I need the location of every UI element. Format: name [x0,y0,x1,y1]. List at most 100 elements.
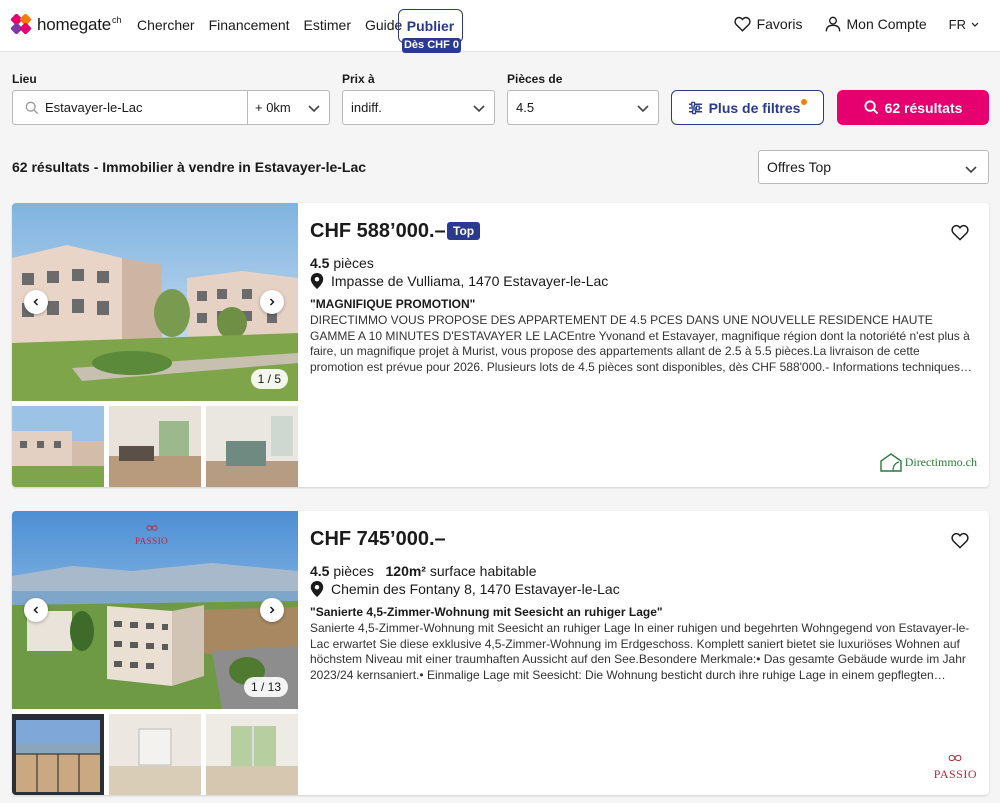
price-select[interactable]: indiff. [342,90,495,125]
listing-main-image[interactable]: PASSIO 1 / 13 [12,511,298,709]
chevron-right-icon [269,298,275,306]
carousel-prev-button[interactable] [24,290,48,314]
logo-mark-icon [10,13,32,35]
top-header: homegate ch Chercher Financement Estimer… [0,0,1000,53]
account-label: Mon Compte [846,16,927,32]
location-field: Estavayer-le-Lac + 0km [12,90,330,125]
listing-card[interactable]: PASSIO 1 / 13 CHF 745’000.– 4.5 pièces 1… [12,511,989,795]
price-label: Prix à [342,72,375,86]
rooms-label: Pièces de [507,72,563,86]
thumbnail-image[interactable] [109,406,201,487]
agency-name: Directimmo.ch [904,454,977,469]
more-filters-button[interactable]: Plus de filtres [671,90,824,125]
price-value: indiff. [351,100,382,115]
listing-price: CHF 745’000.– [310,528,446,550]
language-selector[interactable]: FR [949,17,980,32]
sliders-icon [688,101,702,114]
image-counter: 1 / 13 [243,677,288,697]
favorites-label: Favoris [756,16,803,32]
address-text: Impasse de Vulliama, 1470 Estavayer-le-L… [331,273,609,289]
filter-notification-dot [801,98,808,105]
heart-icon [733,16,751,32]
rooms-suffix: pièces [333,563,374,579]
top-badge: Top [447,222,481,240]
listing-price: CHF 588’000.– [310,220,446,242]
listing-main-image[interactable]: 1 / 5 [12,203,298,401]
thumbnail-image[interactable] [206,714,298,795]
rooms-count: 4.5 [310,255,330,271]
listing-specs: 4.5 pièces 120m² surface habitable [310,563,537,579]
agency-name: PASSIO [933,767,977,781]
thumbnail-image[interactable] [12,714,104,795]
header-right: Favoris Mon Compte FR [733,16,1000,32]
infinity-logo-icon [146,525,158,531]
listing-description: DIRECTIMMO VOUS PROPOSE DES APPARTEMENT … [310,313,970,374]
chevron-left-icon [33,298,39,306]
agency-logo-directimmo[interactable]: Directimmo.ch [879,452,977,472]
listing-headline: "MAGNIFIQUE PROMOTION" [310,297,476,311]
favorite-button[interactable] [951,532,969,554]
account-link[interactable]: Mon Compte [825,16,927,32]
passio-watermark: PASSIO [135,518,168,546]
publish-button[interactable]: Publier Dès CHF 0 [398,9,463,53]
thumbnail-living-room-image [206,714,298,795]
more-filters-label: Plus de filtres [708,99,801,116]
results-title: 62 résultats - Immobilier à vendre in Es… [12,159,367,175]
publish-label: Publier [406,18,455,34]
homegate-logo[interactable]: homegate ch [10,13,122,35]
nav-estimer[interactable]: Estimer [304,17,351,33]
radius-select[interactable]: + 0km [255,100,291,115]
surface-value: 120m² [385,563,426,579]
chevron-down-icon [965,166,977,174]
carousel-next-button[interactable] [260,598,284,622]
location-pin-icon [310,273,324,289]
favorite-button[interactable] [951,224,969,246]
address-text: Chemin des Fontany 8, 1470 Estavayer-le-… [331,581,620,597]
carousel-next-button[interactable] [260,290,284,314]
thumbnail-interior-image [109,406,201,487]
chevron-down-icon [637,105,649,113]
agency-logo-passio[interactable]: PASSIO [934,749,977,782]
field-divider [247,91,248,124]
infinity-logo-icon [949,754,962,762]
thumbnail-exterior-image [12,406,104,487]
listing-card[interactable]: 1 / 5 CHF 588’000.– Top 4.5 pièces Impas… [12,203,989,487]
thumbnail-interior-image [109,714,201,795]
listing-address: Impasse de Vulliama, 1470 Estavayer-le-L… [310,273,608,289]
image-counter: 1 / 5 [250,369,288,389]
thumbnail-kitchen-image [206,406,298,487]
language-label: FR [948,16,966,32]
sort-value: Offres Top [767,159,832,175]
thumbnail-image[interactable] [109,714,201,795]
surface-suffix: surface habitable [429,563,537,579]
nav-financement[interactable]: Financement [209,17,290,33]
chevron-down-icon [971,22,979,27]
rooms-select[interactable]: 4.5 [507,90,659,125]
listing-headline: "Sanierte 4,5-Zimmer-Wohnung mit Seesich… [310,605,663,619]
show-results-button[interactable]: 62 résultats [837,90,989,125]
thumbnail-image[interactable] [206,406,298,487]
nav-guide[interactable]: Guide [365,17,402,33]
passio-watermark-text: PASSIO [135,536,169,546]
favorites-link[interactable]: Favoris [733,16,803,32]
heart-icon [951,224,969,241]
search-icon [864,100,878,115]
chevron-left-icon [33,606,39,614]
listing-specs: 4.5 pièces [310,255,374,271]
nav-chercher[interactable]: Chercher [137,17,195,33]
carousel-prev-button[interactable] [24,598,48,622]
listing-address: Chemin des Fontany 8, 1470 Estavayer-le-… [310,581,620,597]
user-icon [825,16,840,32]
thumbnail-image[interactable] [12,406,104,487]
location-input[interactable]: Estavayer-le-Lac [45,100,241,115]
chevron-right-icon [269,606,275,614]
heart-icon [951,532,969,549]
listing-description: Sanierte 4,5-Zimmer-Wohnung mit Seesicht… [310,621,970,682]
logo-sup: ch [112,15,122,25]
publish-price-badge: Dès CHF 0 [402,38,461,53]
sort-select[interactable]: Offres Top [758,150,989,184]
rooms-value: 4.5 [516,100,535,115]
house-logo-icon [879,453,902,472]
rooms-suffix: pièces [333,255,374,271]
thumbnail-balcony-image [12,714,104,795]
